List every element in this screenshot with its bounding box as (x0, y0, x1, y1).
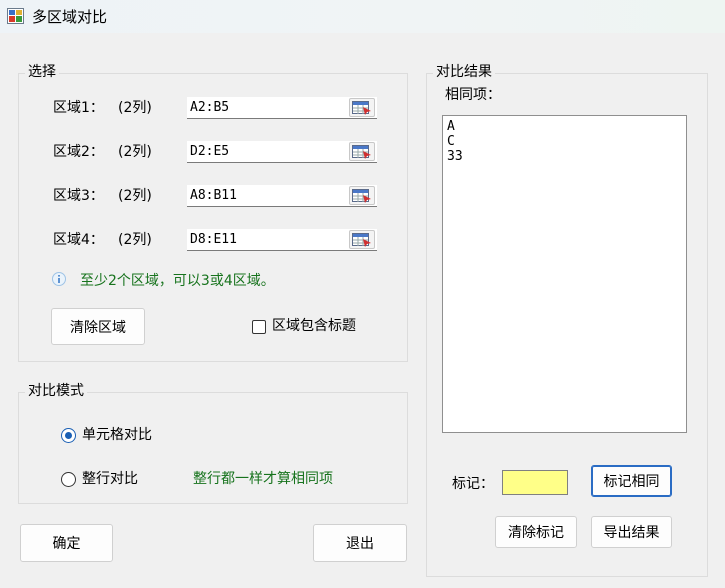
region1-range-input[interactable]: A2:B5 (187, 97, 377, 119)
region1-range-value: A2:B5 (190, 100, 230, 115)
region1-label: 区域1： (53, 100, 104, 116)
include-header-checkbox[interactable] (252, 320, 266, 334)
region2-cols: (2列) (118, 144, 152, 160)
clear-mark-button[interactable]: 清除标记 (495, 516, 577, 548)
title-bar: 多区域对比 (0, 0, 725, 33)
region1-pick-button[interactable] (349, 98, 375, 117)
region1-cols: (2列) (118, 100, 152, 116)
cell-mode-radio[interactable] (61, 428, 76, 443)
region4-range-value: D8:E11 (190, 232, 237, 247)
region4-cols: (2列) (118, 232, 152, 248)
region3-range-value: A8:B11 (190, 188, 237, 203)
range-picker-icon (352, 101, 371, 115)
row-mode-radio[interactable] (61, 472, 76, 487)
app-grid-icon (7, 8, 24, 24)
region3-label: 区域3： (53, 188, 104, 204)
region3-pick-button[interactable] (349, 186, 375, 205)
mark-color-swatch[interactable] (502, 470, 568, 495)
select-group-legend: 选择 (25, 64, 59, 80)
list-item: 33 (447, 149, 463, 164)
mode-group-legend: 对比模式 (25, 383, 87, 399)
clear-region-button[interactable]: 清除区域 (51, 308, 145, 345)
row-mode-label[interactable]: 整行对比 (82, 471, 138, 487)
range-picker-icon (352, 145, 371, 159)
region2-range-input[interactable]: D2:E5 (187, 141, 377, 163)
region2-pick-button[interactable] (349, 142, 375, 161)
region3-range-input[interactable]: A8:B11 (187, 185, 377, 207)
region2-label: 区域2： (53, 144, 104, 160)
info-icon (52, 272, 66, 286)
exit-button[interactable]: 退出 (313, 524, 407, 562)
mark-label: 标记： (452, 476, 494, 492)
region2-range-value: D2:E5 (190, 144, 230, 159)
result-group-legend: 对比结果 (433, 64, 495, 80)
same-items-list[interactable]: A C 33 (442, 115, 687, 433)
list-item: C (447, 134, 455, 149)
same-items-label: 相同项： (445, 87, 501, 103)
region4-pick-button[interactable] (349, 230, 375, 249)
ok-button[interactable]: 确定 (20, 524, 113, 562)
mode-group (18, 392, 408, 504)
include-header-label[interactable]: 区域包含标题 (272, 318, 356, 334)
row-mode-hint: 整行都一样才算相同项 (193, 471, 333, 487)
region-hint: 至少2个区域，可以3或4区域。 (80, 273, 275, 289)
region4-label: 区域4： (53, 232, 104, 248)
range-picker-icon (352, 233, 371, 247)
list-item: A (447, 119, 455, 134)
range-picker-icon (352, 189, 371, 203)
window-title: 多区域对比 (32, 8, 108, 26)
export-result-button[interactable]: 导出结果 (591, 516, 672, 548)
region3-cols: (2列) (118, 188, 152, 204)
mark-same-button[interactable]: 标记相同 (591, 465, 672, 497)
cell-mode-label[interactable]: 单元格对比 (82, 427, 152, 443)
region4-range-input[interactable]: D8:E11 (187, 229, 377, 251)
